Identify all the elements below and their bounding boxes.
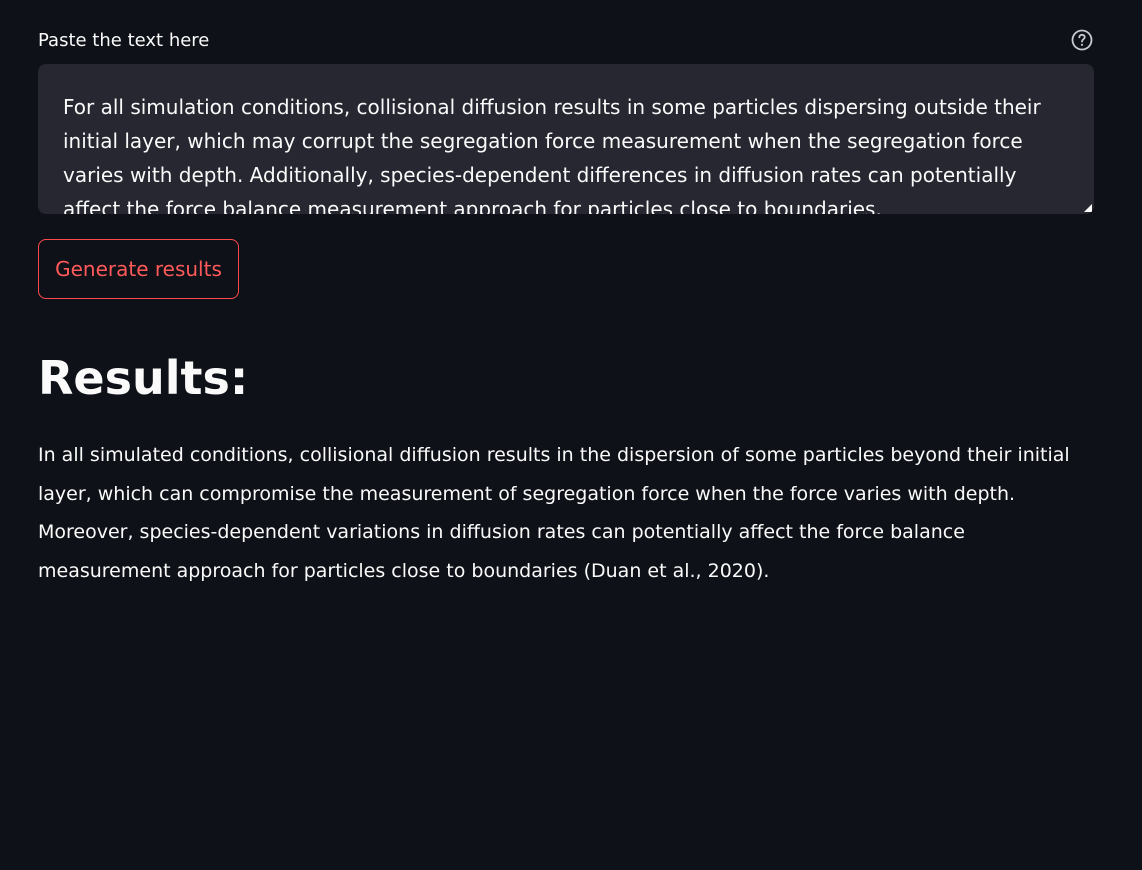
resize-handle-icon[interactable] <box>1084 204 1092 212</box>
text-input-container: For all simulation conditions, collision… <box>38 64 1094 214</box>
text-input-area[interactable]: For all simulation conditions, collision… <box>38 64 1094 214</box>
results-text: In all simulated conditions, collisional… <box>38 444 1070 582</box>
question-circle-icon-graphic <box>1071 29 1093 51</box>
question-circle-icon[interactable] <box>1070 28 1094 52</box>
app-container: Paste the text here For all simulation c… <box>0 0 1142 870</box>
text-input-label: Paste the text here <box>38 30 210 51</box>
results-heading: Results: <box>38 351 249 405</box>
generate-results-button[interactable]: Generate results <box>38 239 239 299</box>
